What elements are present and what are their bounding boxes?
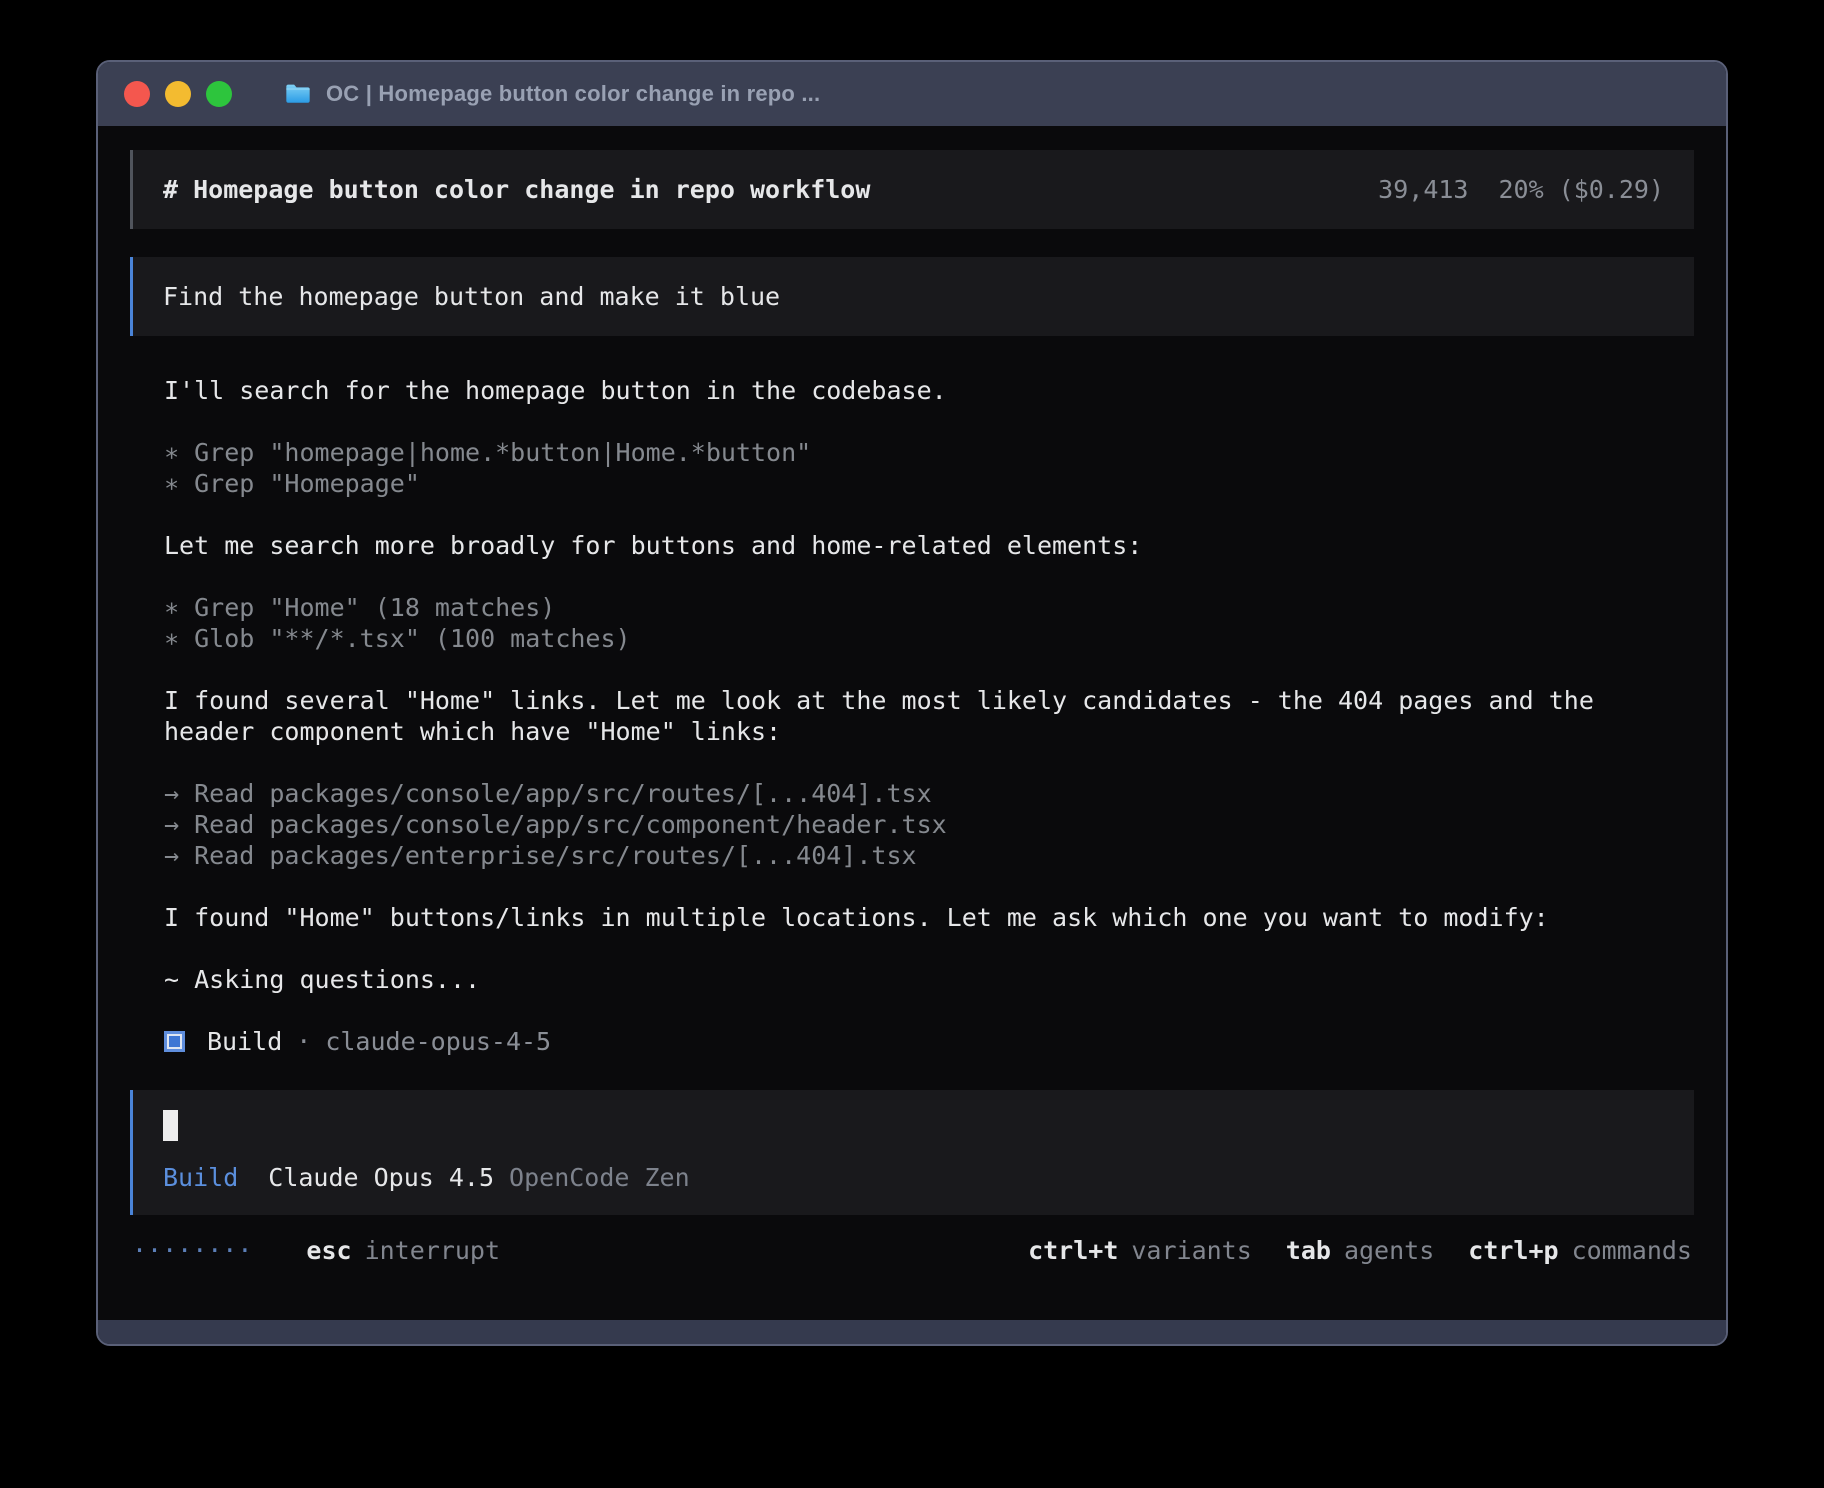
shortcut-key: ctrl+p — [1468, 1236, 1558, 1265]
shortcut-label: variants — [1131, 1236, 1251, 1265]
agent-name: Build — [207, 1027, 282, 1056]
shortcut-label: agents — [1344, 1236, 1434, 1265]
status-bar-right: ctrl+t variants tab agents ctrl+p commands — [994, 1235, 1692, 1266]
agent-separator: · — [296, 1027, 311, 1056]
status-bar-left: ········ esc interrupt — [132, 1235, 500, 1266]
transcript-group: I found "Home" buttons/links in multiple… — [164, 902, 1644, 933]
tool-call-line: → Read packages/console/app/src/componen… — [164, 809, 1644, 840]
user-message-text: Find the homepage button and make it blu… — [163, 282, 780, 311]
session-title: # Homepage button color change in repo w… — [163, 175, 870, 204]
assistant-text-line: ~ Asking questions... — [164, 964, 1644, 995]
agent-model: claude-opus-4-5 — [325, 1027, 551, 1056]
assistant-text-line: I found "Home" buttons/links in multiple… — [164, 902, 1644, 933]
shortcut-key: ctrl+t — [1028, 1236, 1118, 1265]
transcript-group: I found several "Home" links. Let me loo… — [164, 685, 1644, 747]
context-percent: 20% — [1498, 175, 1543, 204]
token-count: 39,413 — [1378, 175, 1468, 204]
prompt-input[interactable]: Build Claude Opus 4.5 OpenCode Zen — [130, 1090, 1694, 1215]
tool-call-line: ∗ Glob "**/*.tsx" (100 matches) — [164, 623, 1644, 654]
titlebar[interactable]: OC | Homepage button color change in rep… — [98, 62, 1726, 126]
transcript-group: Let me search more broadly for buttons a… — [164, 530, 1644, 561]
agent-status: Build · claude-opus-4-5 — [164, 1026, 1694, 1057]
close-button[interactable] — [124, 81, 150, 107]
build-agent-icon — [164, 1031, 185, 1052]
shortcut-interrupt: esc interrupt — [306, 1235, 500, 1266]
input-cursor — [163, 1110, 178, 1141]
assistant-text-line: I'll search for the homepage button in t… — [164, 375, 1644, 406]
tool-call-line: → Read packages/enterprise/src/routes/[.… — [164, 840, 1644, 871]
session-cost: ($0.29) — [1559, 175, 1664, 204]
window-bottom-strip — [98, 1320, 1726, 1344]
folder-icon — [284, 80, 312, 108]
user-message: Find the homepage button and make it blu… — [130, 257, 1694, 336]
session-header: # Homepage button color change in repo w… — [130, 150, 1694, 229]
tool-call-line: ∗ Grep "Home" (18 matches) — [164, 592, 1644, 623]
minimize-button[interactable] — [165, 81, 191, 107]
spinner-dots-icon: ········ — [132, 1235, 252, 1266]
agent-status-row: Build · claude-opus-4-5 — [130, 1026, 1694, 1057]
session-stats: 39,413 20% ($0.29) — [1378, 175, 1664, 204]
shortcut-label: commands — [1572, 1236, 1692, 1265]
model-label: Claude Opus 4.5 — [268, 1162, 494, 1193]
shortcut-key: tab — [1286, 1236, 1331, 1265]
shortcut-variants: ctrl+t variants — [1028, 1235, 1252, 1266]
terminal-content: # Homepage button color change in repo w… — [98, 126, 1726, 1266]
transcript-group: ∗ Grep "homepage|home.*button|Home.*butt… — [164, 437, 1644, 499]
tool-call-line: ∗ Grep "homepage|home.*button|Home.*butt… — [164, 437, 1644, 468]
tool-call-line: → Read packages/console/app/src/routes/[… — [164, 778, 1644, 809]
status-bar: ········ esc interrupt ctrl+t variants taba… — [130, 1215, 1694, 1266]
transcript-group: I'll search for the homepage button in t… — [164, 375, 1644, 406]
zoom-button[interactable] — [206, 81, 232, 107]
terminal-window: OC | Homepage button color change in rep… — [96, 60, 1728, 1346]
shortcut-commands: ctrl+p commands — [1468, 1235, 1692, 1266]
transcript-group: → Read packages/console/app/src/routes/[… — [164, 778, 1644, 871]
assistant-text-line: I found several "Home" links. Let me loo… — [164, 685, 1644, 747]
tool-call-line: ∗ Grep "Homepage" — [164, 468, 1644, 499]
input-meta: Build Claude Opus 4.5 OpenCode Zen — [163, 1162, 1664, 1193]
provider-label: OpenCode Zen — [509, 1162, 690, 1193]
transcript: I'll search for the homepage button in t… — [130, 336, 1694, 995]
transcript-group: ~ Asking questions... — [164, 964, 1644, 995]
traffic-lights — [124, 81, 232, 107]
agent-mode-label: Build — [163, 1162, 238, 1193]
shortcut-label: interrupt — [365, 1236, 500, 1265]
shortcut-agents: tab agents — [1286, 1235, 1434, 1266]
assistant-text-line: Let me search more broadly for buttons a… — [164, 530, 1644, 561]
shortcut-key: esc — [306, 1236, 351, 1265]
transcript-group: ∗ Grep "Home" (18 matches)∗ Glob "**/*.t… — [164, 592, 1644, 654]
window-title: OC | Homepage button color change in rep… — [326, 81, 820, 107]
